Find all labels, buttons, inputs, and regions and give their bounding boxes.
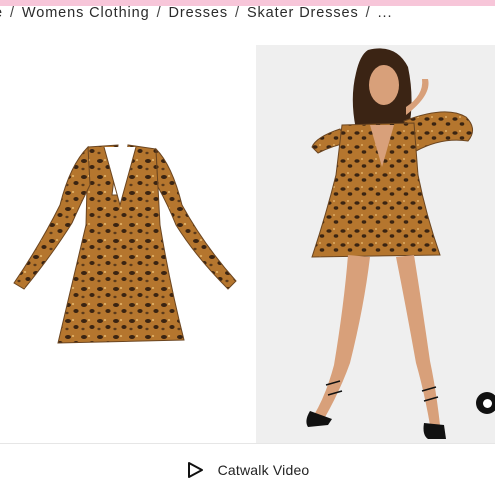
chat-icon-inner: [482, 398, 492, 408]
breadcrumb-separator: /: [9, 5, 15, 21]
product-flatlay-image[interactable]: [0, 45, 254, 443]
product-gallery: [0, 45, 495, 443]
model-image[interactable]: [256, 45, 495, 443]
breadcrumb: e / Womens Clothing / Dresses / Skater D…: [0, 3, 392, 23]
breadcrumb-separator: /: [365, 5, 371, 21]
breadcrumb-item-womens-clothing[interactable]: Womens Clothing: [22, 5, 150, 21]
breadcrumb-item-dresses[interactable]: Dresses: [169, 5, 228, 21]
breadcrumb-ellipsis: ...: [377, 5, 393, 21]
catwalk-video-label: Catwalk Video: [217, 461, 310, 478]
chat-icon[interactable]: [476, 392, 495, 414]
breadcrumb-item-skater-dresses[interactable]: Skater Dresses: [247, 5, 359, 21]
play-icon: [186, 461, 204, 479]
breadcrumb-item-home[interactable]: e: [0, 5, 3, 21]
catwalk-video-button[interactable]: Catwalk Video: [0, 444, 495, 495]
breadcrumb-separator: /: [235, 5, 240, 21]
dress-illustration: [13, 144, 237, 344]
model-illustration: [306, 48, 473, 439]
breadcrumb-separator: /: [156, 5, 162, 21]
